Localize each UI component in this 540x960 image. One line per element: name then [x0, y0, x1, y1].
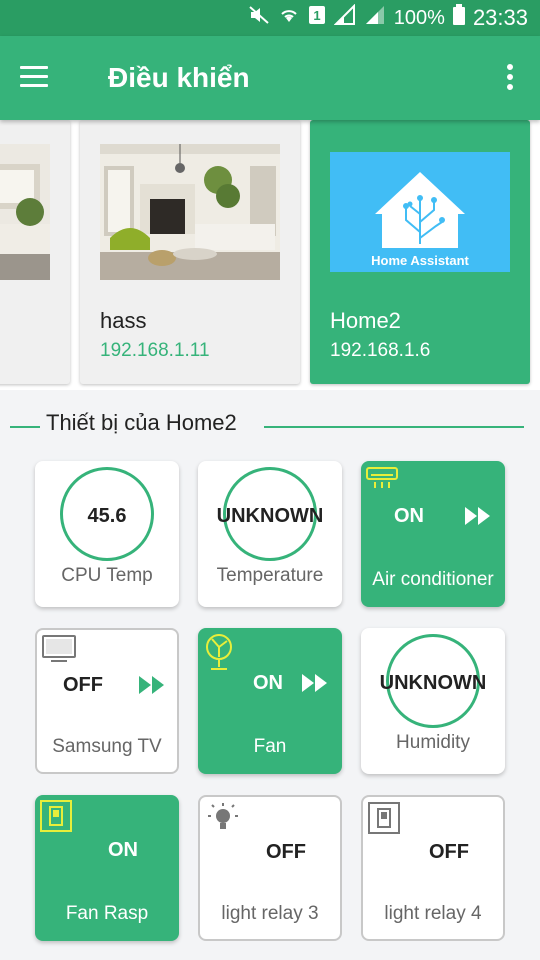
- device-tile-samsung-tv[interactable]: OFF Samsung TV: [35, 628, 179, 774]
- overflow-menu-icon[interactable]: [504, 64, 516, 94]
- section-title: Thiết bị của Home2: [46, 410, 237, 435]
- sensor-value: 45.6: [87, 505, 127, 527]
- device-tile-light-relay-3[interactable]: OFF light relay 3: [198, 795, 342, 941]
- device-label: Temperature: [216, 565, 324, 586]
- state-label: OFF: [429, 841, 469, 863]
- server-card[interactable]: [0, 120, 70, 384]
- server-name: hass: [100, 308, 147, 333]
- device-label: light relay 4: [384, 903, 482, 924]
- server-carousel[interactable]: hass 192.168.1.11 Home Assistant Home2 1…: [0, 120, 540, 390]
- device-tile-fan-rasp[interactable]: ON Fan Rasp: [35, 795, 179, 941]
- wall-switch-icon: [367, 801, 401, 840]
- device-label: Samsung TV: [52, 736, 162, 757]
- state-label: OFF: [63, 674, 103, 696]
- devices-section: Thiết bị của Home2 45.6 CPU Temp UNKNOWN…: [0, 390, 540, 960]
- room-image: [0, 144, 50, 280]
- server-name: Home2: [330, 308, 401, 333]
- device-tile-air-conditioner[interactable]: ON Air conditioner: [361, 461, 505, 607]
- signal-1-icon: [333, 3, 356, 32]
- divider: [264, 426, 524, 428]
- svg-text:1: 1: [313, 8, 320, 23]
- menu-icon[interactable]: [20, 66, 50, 90]
- home-assistant-logo: Home Assistant: [330, 152, 510, 272]
- bulb-icon: [204, 801, 242, 842]
- toggle-arrow-icon[interactable]: [300, 672, 330, 699]
- wifi-icon: [278, 4, 300, 32]
- server-ip: 192.168.1.11: [100, 340, 210, 361]
- sensor-value: UNKNOWN: [216, 505, 324, 527]
- device-tile-light-relay-4[interactable]: OFF light relay 4: [361, 795, 505, 941]
- server-card-home2[interactable]: Home Assistant Home2 192.168.1.6: [310, 120, 530, 384]
- device-tile-fan[interactable]: ON Fan: [198, 628, 342, 774]
- device-label: Fan: [253, 736, 287, 757]
- server-card-hass[interactable]: hass 192.168.1.11: [80, 120, 300, 384]
- device-tile-humidity[interactable]: UNKNOWN Humidity: [361, 628, 505, 774]
- battery-icon: [452, 4, 465, 32]
- device-tile-cpu-temp[interactable]: 45.6 CPU Temp: [35, 461, 179, 607]
- tv-icon: [41, 634, 77, 669]
- air-conditioner-icon: [365, 465, 399, 496]
- device-label: Air conditioner: [372, 569, 494, 590]
- wall-switch-icon: [39, 799, 73, 838]
- app-toolbar: Điều khiển: [0, 36, 540, 120]
- sim-icon: 1: [308, 4, 326, 32]
- battery-percent: 100%: [393, 6, 445, 29]
- toggle-arrow-icon[interactable]: [137, 674, 167, 701]
- device-label: Humidity: [396, 732, 470, 753]
- mute-icon: [248, 4, 270, 32]
- toggle-arrow-icon[interactable]: [463, 505, 493, 532]
- sensor-value: UNKNOWN: [379, 672, 487, 694]
- status-bar: 1 100% 23:33: [0, 0, 540, 36]
- device-label: CPU Temp: [61, 565, 153, 586]
- svg-text:Home Assistant: Home Assistant: [371, 253, 469, 268]
- fan-icon: [202, 632, 236, 677]
- living-room-image: [100, 144, 280, 280]
- divider: [10, 426, 40, 428]
- device-tile-temperature[interactable]: UNKNOWN Temperature: [198, 461, 342, 607]
- server-ip: 192.168.1.6: [330, 340, 431, 361]
- clock: 23:33: [472, 5, 528, 30]
- state-label: ON: [394, 505, 424, 527]
- device-label: light relay 3: [221, 903, 319, 924]
- signal-2-icon: [364, 4, 386, 32]
- device-label: Fan Rasp: [65, 903, 149, 924]
- state-label: ON: [108, 839, 138, 861]
- page-title: Điều khiển: [108, 62, 250, 93]
- state-label: OFF: [266, 841, 306, 863]
